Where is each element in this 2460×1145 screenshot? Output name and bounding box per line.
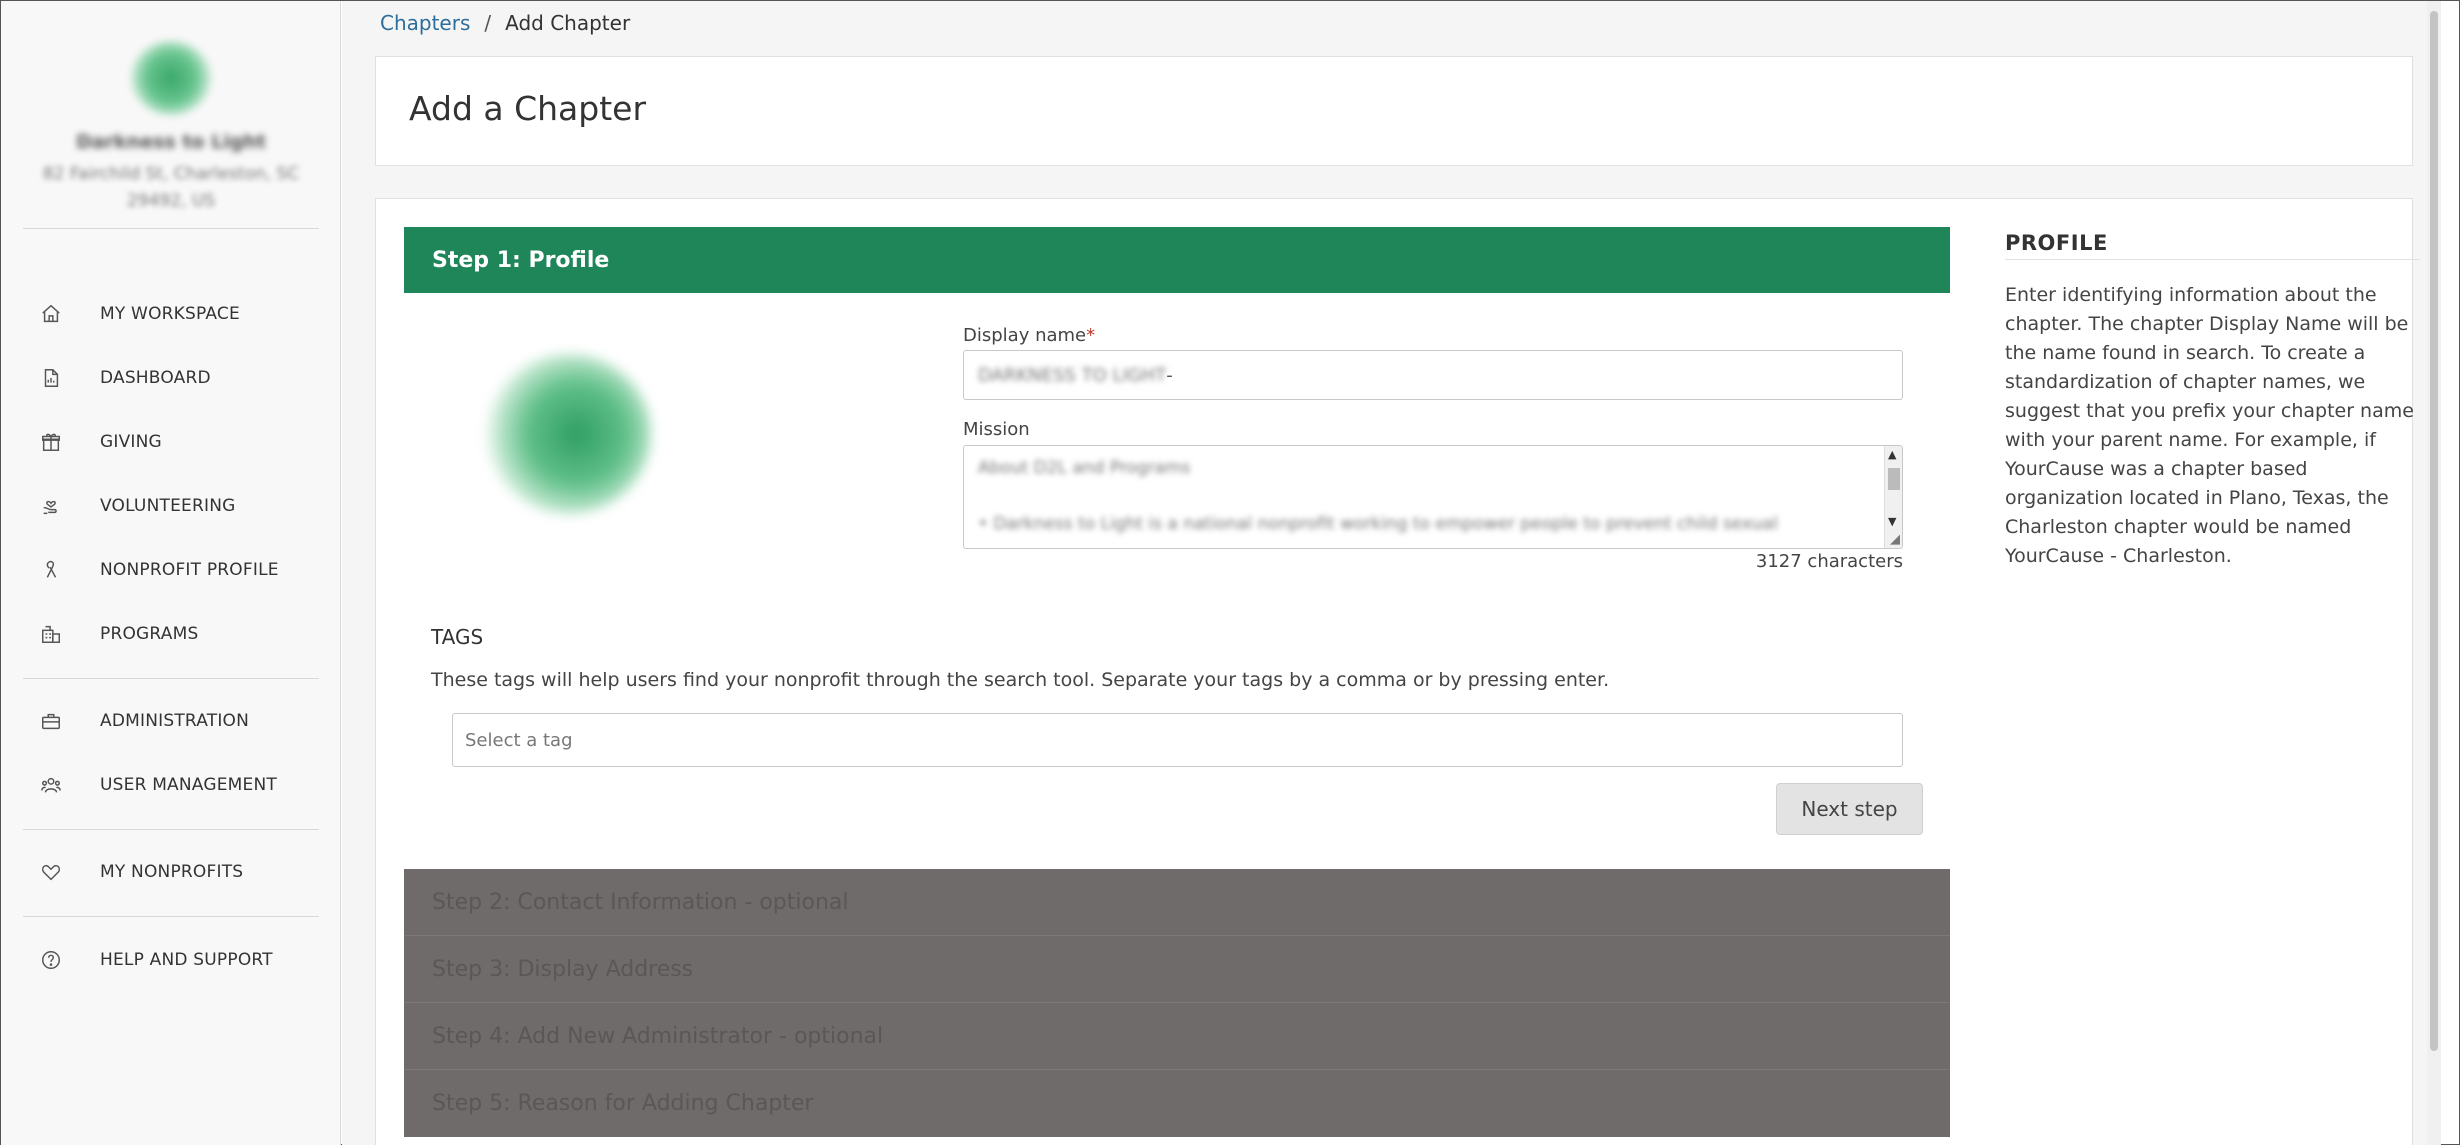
main-content: Chapters / Add Chapter Add a Chapter Ste…	[342, 1, 2441, 1145]
sidebar-item-label: VOLUNTEERING	[100, 496, 236, 516]
tag-select-input[interactable]: Select a tag	[452, 713, 1903, 767]
sidebar-item-label: NONPROFIT PROFILE	[100, 560, 279, 580]
home-icon	[39, 302, 63, 326]
display-name-label-text: Display name	[963, 325, 1087, 346]
tags-title: TAGS	[431, 625, 484, 649]
sidebar-item-label: PROGRAMS	[100, 624, 199, 644]
gift-icon	[39, 430, 63, 454]
help-title: PROFILE	[2005, 231, 2108, 255]
breadcrumb-separator: /	[484, 11, 492, 35]
briefcase-icon	[39, 709, 63, 733]
chapter-logo[interactable]	[486, 354, 651, 514]
sidebar-divider	[23, 228, 319, 229]
breadcrumb-current: Add Chapter	[505, 11, 631, 35]
org-name: Darkness to Light	[76, 131, 266, 153]
breadcrumb-chapters-link[interactable]: Chapters	[380, 11, 470, 35]
page-scroll-thumb[interactable]	[2430, 11, 2438, 1051]
sidebar-item-programs[interactable]: PROGRAMS	[1, 609, 341, 659]
hand-heart-icon	[39, 494, 63, 518]
sidebar-item-label: GIVING	[100, 432, 162, 452]
step-1-header[interactable]: Step 1: Profile	[404, 227, 1950, 293]
mission-textarea[interactable]: About D2L and Programs • Darkness to Lig…	[963, 445, 1903, 549]
display-name-input[interactable]: DARKNESS TO LIGHT -	[963, 350, 1903, 400]
tags-description: These tags will help users find your non…	[431, 669, 1610, 691]
mission-text-line: About D2L and Programs	[978, 458, 1191, 478]
display-name-suffix: -	[1166, 364, 1173, 386]
mission-char-count: 3127 characters	[1755, 551, 1903, 572]
sidebar-item-label: ADMINISTRATION	[100, 711, 250, 731]
building-icon	[39, 622, 63, 646]
collapsed-steps: Step 2: Contact Information - optional S…	[404, 869, 1950, 1137]
sidebar-item-nonprofit-profile[interactable]: NONPROFIT PROFILE	[1, 545, 341, 595]
sidebar-divider	[23, 916, 319, 917]
users-icon	[39, 773, 63, 797]
sidebar-item-administration[interactable]: ADMINISTRATION	[1, 696, 341, 746]
org-address: 82 Fairchild St, Charleston, SC 29492, U…	[42, 164, 300, 211]
breadcrumb: Chapters / Add Chapter	[380, 11, 630, 35]
display-name-label: Display name*	[963, 325, 1095, 346]
sidebar-item-label: DASHBOARD	[100, 368, 211, 388]
resize-grip-icon[interactable]: ◢	[1890, 532, 1900, 547]
sidebar-item-volunteering[interactable]: VOLUNTEERING	[1, 481, 341, 531]
document-icon	[39, 366, 63, 390]
ribbon-icon	[39, 558, 63, 582]
next-step-button[interactable]: Next step	[1776, 783, 1923, 835]
mission-label: Mission	[963, 419, 1030, 440]
required-mark: *	[1086, 325, 1096, 346]
org-logo	[131, 41, 211, 115]
help-divider	[2005, 259, 2420, 260]
sidebar-divider	[23, 678, 319, 679]
sidebar: Darkness to Light 82 Fairchild St, Charl…	[1, 1, 341, 1145]
heart-icon	[39, 860, 63, 884]
page-title: Add a Chapter	[409, 89, 647, 128]
sidebar-item-label: MY WORKSPACE	[100, 304, 240, 324]
sidebar-item-giving[interactable]: GIVING	[1, 417, 341, 467]
display-name-value: DARKNESS TO LIGHT	[978, 364, 1167, 386]
scroll-thumb[interactable]	[1888, 468, 1900, 490]
title-card: Add a Chapter	[375, 56, 2413, 166]
sidebar-item-label: HELP AND SUPPORT	[100, 950, 273, 970]
sidebar-item-label: USER MANAGEMENT	[100, 775, 277, 795]
page-scrollbar[interactable]	[2427, 1, 2441, 1145]
help-text: Enter identifying information about the …	[2005, 284, 2414, 567]
question-icon	[39, 948, 63, 972]
step-3-header[interactable]: Step 3: Display Address	[404, 936, 1950, 1003]
scroll-down-icon[interactable]: ▼	[1888, 515, 1896, 528]
step-4-header[interactable]: Step 4: Add New Administrator - optional	[404, 1003, 1950, 1070]
sidebar-divider	[23, 829, 319, 830]
form-card: Step 1: Profile Display name* DARKNESS T…	[375, 198, 2420, 1145]
sidebar-item-help-and-support[interactable]: HELP AND SUPPORT	[1, 935, 341, 985]
sidebar-item-dashboard[interactable]: DASHBOARD	[1, 353, 341, 403]
scroll-up-icon[interactable]: ▲	[1888, 448, 1896, 461]
sidebar-item-my-workspace[interactable]: MY WORKSPACE	[1, 289, 341, 339]
step-2-header[interactable]: Step 2: Contact Information - optional	[404, 869, 1950, 936]
step-5-header[interactable]: Step 5: Reason for Adding Chapter	[404, 1070, 1950, 1137]
sidebar-item-user-management[interactable]: USER MANAGEMENT	[1, 760, 341, 810]
mission-text-line: • Darkness to Light is a national nonpro…	[978, 514, 1778, 534]
sidebar-item-my-nonprofits[interactable]: MY NONPROFITS	[1, 847, 341, 897]
sidebar-item-label: MY NONPROFITS	[100, 862, 244, 882]
